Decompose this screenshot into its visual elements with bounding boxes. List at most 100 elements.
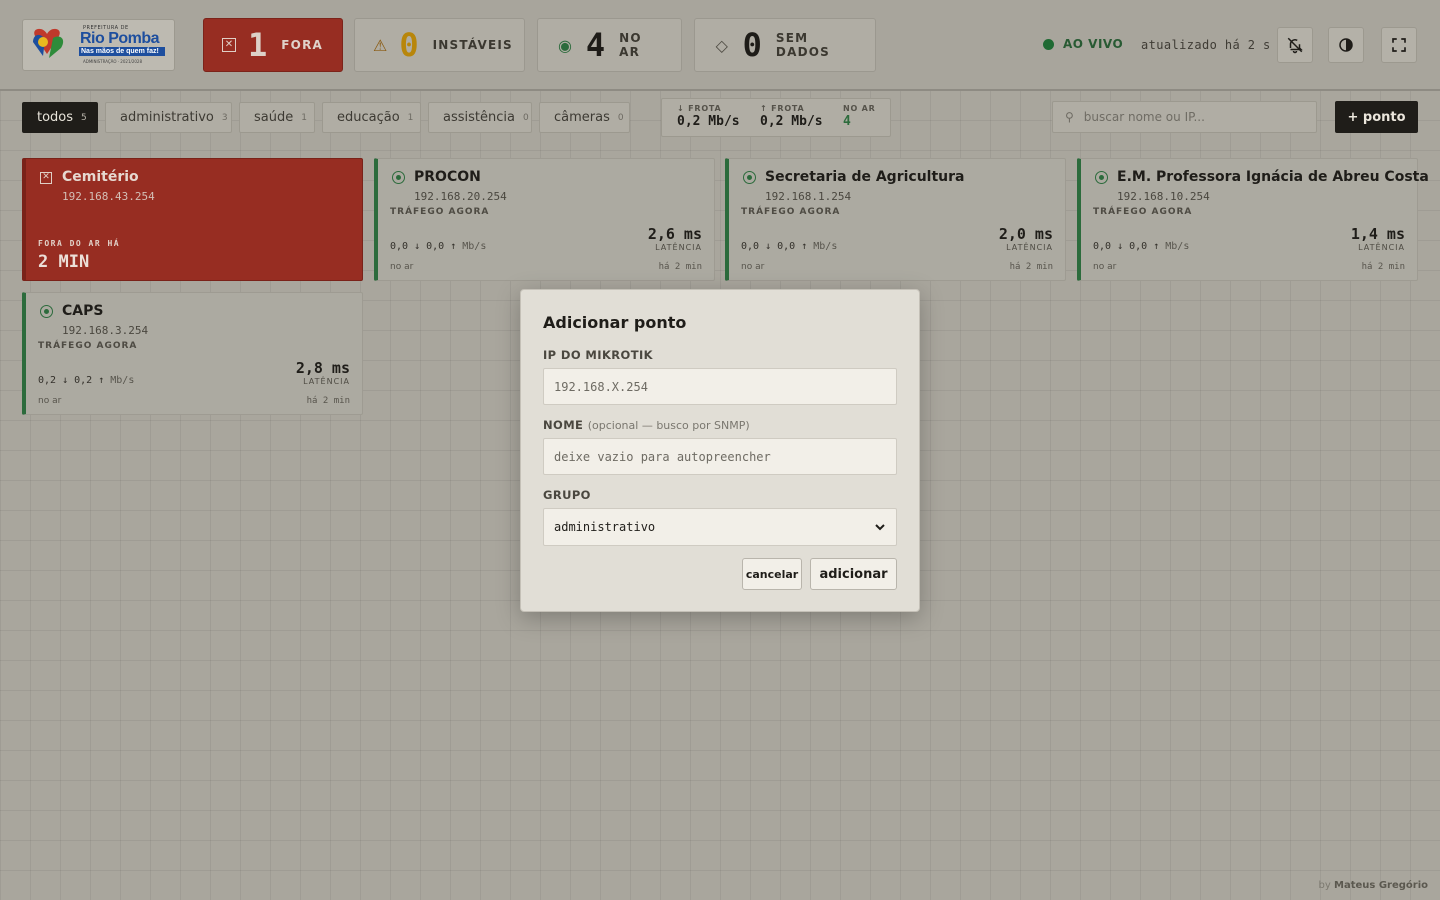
filter-saude[interactable]: saúde 1: [239, 102, 315, 133]
search-input[interactable]: ⚲ buscar nome ou IP...: [1052, 101, 1317, 133]
stat-no-ar[interactable]: ◉ 4 NO AR: [537, 18, 682, 72]
filter-label: administrativo: [120, 110, 214, 125]
device-name: E.M. Professora Ignácia de Abreu Costa: [1117, 169, 1429, 185]
device-card-em-ignacia[interactable]: E.M. Professora Ignácia de Abreu Costa 1…: [1077, 158, 1429, 281]
fleet-up-value: 0,2 Mb/s: [760, 114, 823, 129]
traffic-rates: 0,0 ↓ 0,0 ↑ Mb/s: [1093, 241, 1189, 252]
latency-value: 2,0 ms: [998, 225, 1053, 243]
online-status-icon: [392, 171, 405, 184]
logo-name: Rio Pomba: [80, 30, 160, 47]
stat-instaveis[interactable]: ⚠ 0 INSTÁVEIS: [354, 18, 525, 72]
filter-cameras[interactable]: câmeras 0: [539, 102, 630, 133]
device-name: Secretaria de Agricultura: [765, 169, 965, 185]
group-selected-value: administrativo: [554, 520, 656, 534]
filter-todos[interactable]: todos 5: [22, 102, 98, 133]
device-card-agricultura[interactable]: Secretaria de Agricultura 192.168.1.254 …: [725, 158, 1066, 281]
stat-sem-dados[interactable]: ◇ 0 SEM DADOS: [694, 18, 876, 72]
last-seen: há 2 min: [658, 262, 702, 272]
traffic-label: TRÁFEGO AGORA: [741, 207, 841, 217]
latency-label: LATÊNCIA: [655, 243, 702, 252]
filter-count: 1: [407, 112, 414, 123]
search-icon: ⚲: [1065, 110, 1074, 124]
logo-admin: ADMINISTRAÇÃO · 2021/2028: [83, 59, 143, 64]
status-text: no ar: [390, 262, 414, 272]
filter-administrativo[interactable]: administrativo 3: [105, 102, 232, 133]
device-ip: 192.168.10.254: [1117, 190, 1210, 203]
live-label: AO VIVO: [1063, 37, 1124, 51]
status-text: no ar: [741, 262, 765, 272]
search-placeholder: buscar nome ou IP...: [1083, 110, 1205, 124]
mute-alerts-button[interactable]: [1277, 27, 1313, 63]
credit-prefix: by: [1318, 880, 1331, 891]
last-seen: há 2 min: [1361, 262, 1405, 272]
group-field-label: GRUPO: [543, 488, 591, 502]
warning-triangle-icon: ⚠: [373, 35, 388, 55]
fullscreen-button[interactable]: [1381, 27, 1417, 63]
name-input[interactable]: deixe vazio para autopreencher: [543, 438, 897, 475]
online-status-icon: [1095, 171, 1108, 184]
prefeitura-logo: PREFEITURA DE Rio Pomba Nas mãos de quem…: [22, 19, 175, 71]
author-credit: by Mateus Gregório: [1319, 880, 1428, 891]
group-select[interactable]: administrativo: [543, 508, 897, 546]
stat-fora[interactable]: ✕ 1 FORA: [203, 18, 343, 72]
device-ip: 192.168.43.254: [62, 190, 155, 203]
device-card-caps[interactable]: CAPS 192.168.3.254 TRÁFEGO AGORA 0,2 ↓ 0…: [22, 292, 363, 415]
filter-count: 0: [522, 112, 529, 123]
ip-placeholder: 192.168.X.254: [554, 379, 648, 394]
cancel-button[interactable]: cancelar: [742, 558, 802, 590]
filter-count: 0: [617, 112, 624, 123]
top-header: PREFEITURA DE Rio Pomba Nas mãos de quem…: [0, 0, 1440, 91]
live-dot-icon: [1043, 38, 1054, 50]
latency-label: LATÊNCIA: [1006, 243, 1053, 252]
contrast-icon: [1339, 38, 1353, 52]
traffic-unit: Mb/s: [1165, 241, 1190, 252]
fleet-up-label: ↑ FROTA: [760, 104, 805, 113]
add-point-button[interactable]: + ponto: [1335, 101, 1418, 133]
ip-input[interactable]: 192.168.X.254: [543, 368, 897, 405]
credit-author: Mateus Gregório: [1334, 880, 1428, 891]
latency-value: 2,8 ms: [295, 359, 350, 377]
stat-fora-label: FORA: [281, 38, 323, 52]
filter-assistencia[interactable]: assistência 0: [428, 102, 532, 133]
theme-toggle-button[interactable]: [1328, 27, 1364, 63]
device-card-procon[interactable]: PROCON 192.168.20.254 TRÁFEGO AGORA 0,0 …: [374, 158, 715, 281]
latency-label: LATÊNCIA: [303, 377, 350, 386]
traffic-values: 0,0 ↓ 0,0 ↑: [1093, 241, 1160, 252]
last-seen: há 2 min: [1009, 262, 1053, 272]
filter-count: 1: [301, 112, 307, 123]
traffic-values: 0,0 ↓ 0,0 ↑: [390, 241, 457, 252]
latency-value: 1,4 ms: [1350, 225, 1405, 243]
device-ip: 192.168.20.254: [414, 190, 507, 203]
fleet-online-label: NO AR: [843, 104, 876, 113]
filter-label: saúde: [254, 110, 294, 125]
traffic-label: TRÁFEGO AGORA: [390, 207, 490, 217]
traffic-label: TRÁFEGO AGORA: [1093, 207, 1193, 217]
diamond-icon: ◇: [715, 35, 728, 55]
filter-count: 3: [221, 112, 228, 123]
online-status-icon: [40, 305, 53, 318]
name-field-label: NOME (opcional — busco por SNMP): [543, 418, 750, 432]
logo-slogan: Nas mãos de quem faz!: [81, 48, 159, 55]
latency-value: 2,6 ms: [647, 225, 702, 243]
traffic-rates: 0,0 ↓ 0,0 ↑ Mb/s: [741, 241, 837, 252]
traffic-rates: 0,0 ↓ 0,0 ↑ Mb/s: [390, 241, 486, 252]
traffic-unit: Mb/s: [813, 241, 838, 252]
updated-text: atualizado há 2 s: [1141, 38, 1271, 52]
stat-fora-value: 1: [248, 26, 268, 64]
fullscreen-icon: [1392, 38, 1406, 52]
name-placeholder: deixe vazio para autopreencher: [554, 449, 771, 464]
device-name: Cemitério: [62, 169, 139, 185]
ip-field-label: IP DO MIKROTIK: [543, 348, 653, 362]
traffic-rates: 0,2 ↓ 0,2 ↑ Mb/s: [38, 375, 134, 386]
name-hint: (opcional — busco por SNMP): [587, 419, 750, 432]
device-card-cemiterio[interactable]: ✕ Cemitério 192.168.43.254 FORA DO AR HÁ…: [22, 158, 363, 281]
filter-label: todos: [37, 110, 74, 125]
x-square-icon: ✕: [40, 172, 52, 184]
fleet-down-value: 0,2 Mb/s: [677, 114, 740, 129]
status-text: no ar: [1093, 262, 1117, 272]
add-point-modal: Adicionar ponto IP DO MIKROTIK 192.168.X…: [520, 289, 920, 612]
filter-educacao[interactable]: educação 1: [322, 102, 421, 133]
last-seen: há 2 min: [306, 396, 350, 406]
add-button[interactable]: adicionar: [810, 558, 897, 590]
stat-no-ar-label: NO AR: [619, 31, 642, 59]
